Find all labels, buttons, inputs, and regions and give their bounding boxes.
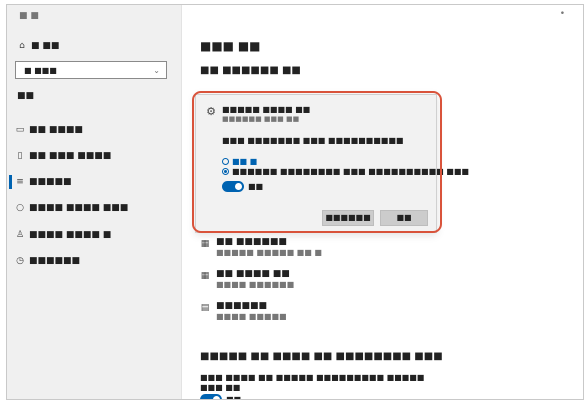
list-item-sub: ■■■■■ ■■■■■ ■■ ■ — [216, 248, 322, 257]
page-subtitle: ■■ ■■■■■■ ■■ — [200, 65, 301, 76]
sidebar-item-network[interactable]: ■■■■■ — [29, 177, 72, 188]
page-title: ■■■ ■■ — [200, 39, 261, 53]
person-icon: ♙ — [15, 230, 25, 240]
window-dot: • — [559, 9, 565, 19]
cancel-button[interactable]: ■■■■■■ — [322, 210, 374, 226]
sidebar-item-accounts[interactable]: ■■■■ ■■■■ ■ — [29, 230, 111, 241]
list-item-sub: ■■■■ ■■■■■ — [216, 312, 287, 321]
main-panel: • ■■■ ■■ ■■ ■■■■■■ ■■ ▦ ■■ ■■■■■■ ■■■■■ … — [182, 5, 583, 399]
search-field[interactable]: ■ ■■■ ⌄ — [15, 61, 167, 79]
search-icon[interactable]: ⌄ — [153, 65, 160, 76]
sidebar-item-display[interactable]: ■■ ■■■■ — [29, 125, 83, 136]
radio-option-1[interactable] — [222, 158, 229, 165]
window-title: ■ ■ — [19, 11, 39, 21]
popup-toggle[interactable] — [222, 181, 244, 192]
popup-item-sub: ■■■■■■ ■■■ ■■ — [222, 115, 300, 123]
section-description-2: ■■■ ■■ — [200, 383, 241, 392]
laptop-icon: ▭ — [15, 125, 25, 135]
section-toggle-label: ■■ — [226, 395, 242, 400]
list-item-sub: ■■■■ ■■■■■■ — [216, 280, 295, 289]
phone-icon: ▯ — [17, 151, 23, 161]
ok-button[interactable]: ■■ — [380, 210, 428, 226]
hand-icon: ○ — [16, 203, 24, 213]
sidebar-section-header: ■■ — [17, 91, 35, 101]
radio-option-2-label[interactable]: ■■■■■■ ■■■■■■■■ ■■■ ■■■■■■■■■■ ■■■ — [232, 166, 469, 177]
sidebar-item-gestures[interactable]: ■■■■ ■■■■ ■■■ — [29, 203, 128, 214]
sidebar-item-time[interactable]: ■■■■■■ — [29, 256, 80, 267]
settings-window: ■ ■ ⌂ ■ ■■ ■ ■■■ ⌄ ■■ ▭ ■■ ■■■■ ▯ ■■ ■■■… — [6, 4, 584, 400]
app-gear-icon: ⚙ — [206, 105, 216, 118]
app-icon-2: ▦ — [200, 271, 210, 281]
sidebar: ■ ■ ⌂ ■ ■■ ■ ■■■ ⌄ ■■ ▭ ■■ ■■■■ ▯ ■■ ■■■… — [7, 5, 182, 399]
clock-icon: ◷ — [16, 256, 24, 266]
sidebar-item-phone[interactable]: ■■ ■■■ ■■■■ — [29, 151, 111, 162]
app-icon-3: ▤ — [200, 303, 210, 313]
section-toggle[interactable] — [200, 394, 222, 399]
sidebar-home-label[interactable]: ■ ■■ — [31, 41, 59, 52]
app-icon-1: ▦ — [200, 239, 210, 249]
home-icon[interactable]: ⌂ — [17, 41, 27, 51]
popup-question: ■■■ ■■■■■■■ ■■■ ■■■■■■■■■■ — [222, 136, 404, 145]
search-input[interactable]: ■ ■■■ — [24, 65, 57, 76]
network-icon: ≡ — [16, 177, 24, 187]
section-title: ■■■■■ ■■ ■■■■ ■■ ■■■■■■■■ ■■■ — [200, 351, 443, 362]
popup-toggle-label: ■■ — [248, 182, 264, 191]
radio-option-2[interactable] — [222, 168, 229, 175]
selected-indicator — [9, 175, 12, 189]
app-popup: ⚙ ■■■■■ ■■■■ ■■ ■■■■■■ ■■■ ■■ ■■■ ■■■■■■… — [195, 94, 469, 233]
